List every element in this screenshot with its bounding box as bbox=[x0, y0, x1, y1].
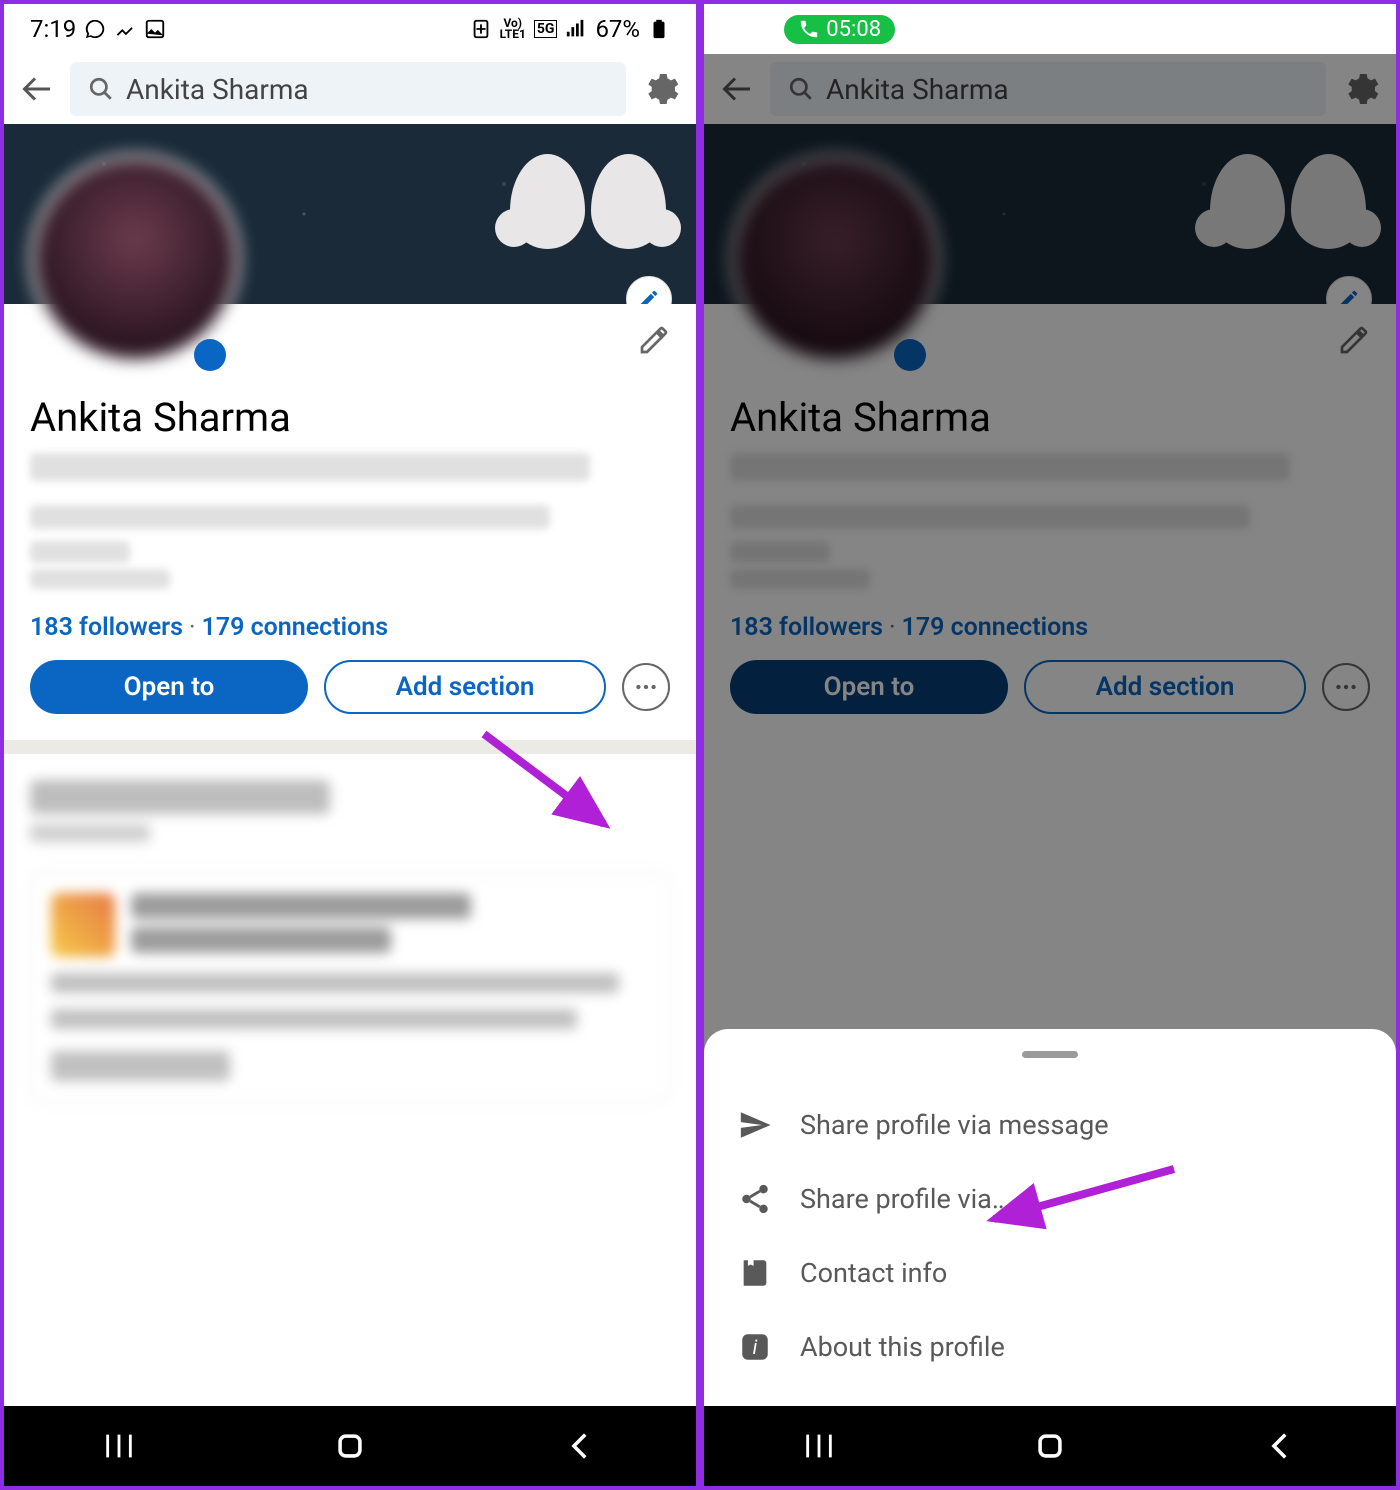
connections-count[interactable]: 179 connections bbox=[202, 613, 389, 642]
back-nav-icon[interactable] bbox=[1264, 1429, 1298, 1463]
sheet-handle[interactable] bbox=[1022, 1051, 1078, 1058]
detail-blurred-2 bbox=[30, 541, 130, 563]
status-time: 7:58 bbox=[730, 15, 776, 43]
volte-icon: Vo)LTE1 bbox=[500, 18, 526, 40]
volte-icon: Vo)LTE1 bbox=[1200, 18, 1226, 40]
share-icon bbox=[738, 1182, 772, 1216]
sheet-contact-info[interactable]: Contact info bbox=[738, 1236, 1362, 1310]
detail-blurred bbox=[30, 505, 550, 529]
search-text: Ankita Sharma bbox=[126, 73, 309, 106]
network-5g-icon: 5G bbox=[1234, 20, 1258, 38]
search-icon bbox=[88, 76, 114, 102]
battery-icon bbox=[1348, 18, 1370, 40]
avatar-badge-icon bbox=[194, 339, 226, 371]
back-icon[interactable] bbox=[20, 71, 56, 107]
battery-saver-icon bbox=[470, 18, 492, 40]
open-to-button[interactable]: Open to bbox=[30, 660, 308, 714]
send-icon bbox=[738, 1108, 772, 1142]
avatar[interactable] bbox=[30, 154, 240, 364]
battery-saver-icon bbox=[1170, 18, 1192, 40]
profile-stats[interactable]: 183 followers·179 connections bbox=[30, 613, 670, 642]
followers-count[interactable]: 183 followers bbox=[30, 613, 183, 642]
battery-percent: 60% bbox=[1295, 15, 1340, 43]
status-bar: 7:58 05:08 Vo)LTE1 5G 60% bbox=[704, 4, 1396, 54]
sheet-item-label: Share profile via message bbox=[800, 1109, 1109, 1141]
profile-section: Ankita Sharma 183 followers·179 connecti… bbox=[4, 304, 696, 740]
sheet-about-profile[interactable]: i About this profile bbox=[738, 1310, 1362, 1384]
status-bar: 7:19 Vo)LTE1 5G 67% bbox=[4, 4, 696, 54]
sheet-item-label: Contact info bbox=[800, 1257, 947, 1289]
svg-text:i: i bbox=[753, 1336, 758, 1359]
home-icon[interactable] bbox=[1033, 1429, 1067, 1463]
search-input[interactable]: Ankita Sharma bbox=[70, 62, 626, 116]
call-indicator[interactable]: 05:08 bbox=[784, 15, 895, 44]
headline-blurred bbox=[30, 453, 590, 481]
picture-icon bbox=[144, 18, 166, 40]
section-divider bbox=[4, 740, 696, 754]
add-section-button[interactable]: Add section bbox=[324, 660, 606, 714]
sheet-item-label: Share profile via… bbox=[800, 1183, 1010, 1215]
recents-icon[interactable] bbox=[802, 1429, 836, 1463]
recents-icon[interactable] bbox=[102, 1429, 136, 1463]
more-button[interactable] bbox=[622, 663, 670, 711]
android-navbar bbox=[4, 1406, 696, 1486]
status-time: 7:19 bbox=[30, 15, 76, 43]
bottom-sheet: Share profile via message Share profile … bbox=[704, 1029, 1396, 1406]
home-icon[interactable] bbox=[333, 1429, 367, 1463]
call-timer: 05:08 bbox=[826, 17, 881, 42]
detail-blurred-3 bbox=[30, 569, 170, 589]
suggested-section-blurred bbox=[4, 754, 696, 1128]
back-nav-icon[interactable] bbox=[564, 1429, 598, 1463]
signal-icon bbox=[565, 18, 587, 40]
phone-right: 7:58 05:08 Vo)LTE1 5G 60% Ankita Sharma bbox=[700, 0, 1400, 1490]
top-bar: Ankita Sharma bbox=[4, 54, 696, 124]
info-icon: i bbox=[738, 1330, 772, 1364]
battery-icon bbox=[648, 18, 670, 40]
gear-icon[interactable] bbox=[640, 69, 680, 109]
sheet-share-message[interactable]: Share profile via message bbox=[738, 1088, 1362, 1162]
edit-profile-icon[interactable] bbox=[638, 324, 670, 360]
contact-icon bbox=[738, 1256, 772, 1290]
missed-call-icon bbox=[114, 18, 136, 40]
signal-icon bbox=[1265, 18, 1287, 40]
sheet-share-via[interactable]: Share profile via… bbox=[738, 1162, 1362, 1236]
network-5g-icon: 5G bbox=[534, 20, 558, 38]
battery-percent: 67% bbox=[595, 15, 640, 43]
phone-left: 7:19 Vo)LTE1 5G 67% Ankita Sharma bbox=[0, 0, 700, 1490]
profile-name: Ankita Sharma bbox=[30, 394, 670, 441]
sheet-item-label: About this profile bbox=[800, 1331, 1005, 1363]
android-navbar bbox=[704, 1406, 1396, 1486]
whatsapp-icon bbox=[84, 18, 106, 40]
